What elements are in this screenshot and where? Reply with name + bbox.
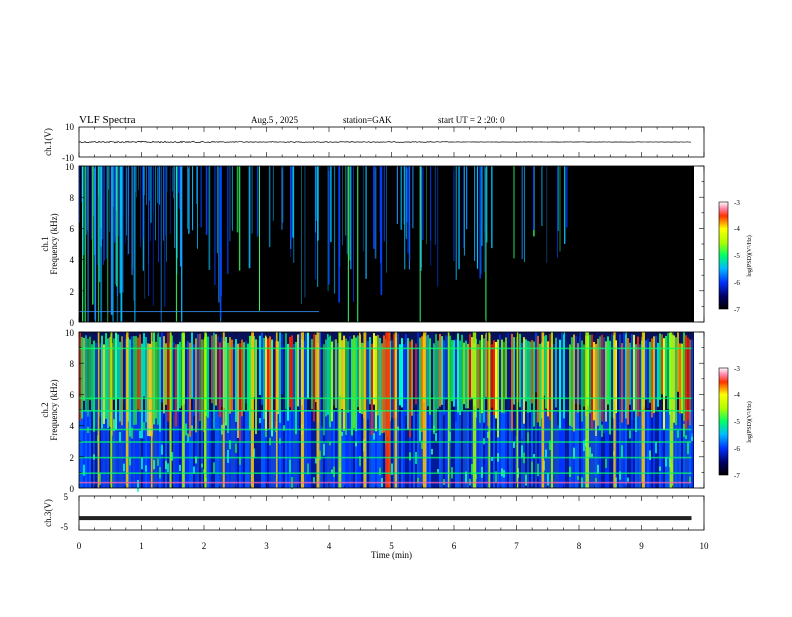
ch2-colorbar-scale: [718, 367, 729, 476]
date-label: Aug.5 , 2025: [251, 115, 298, 125]
ch2-colorbar: -3 -4 -5 -6 -7 log(PSD)(V²/Hz): [718, 365, 753, 480]
time-tick-1: 1: [139, 541, 144, 551]
ch2-colorbar-tick-m6: -6: [734, 445, 740, 453]
ch3-waveform-trace: [79, 516, 692, 521]
figure-title: VLF Spectra: [79, 114, 136, 126]
ch2-freq-tick-2: 2: [70, 453, 75, 463]
ch2-freq-tick-4: 4: [70, 421, 75, 431]
ch1-colorbar-scale: [718, 201, 729, 310]
ch2-spectrogram-ylabel-frequency: Frequency (kHz): [49, 379, 59, 440]
ch2-freq-tick-0: 0: [70, 484, 75, 494]
ch1-freq-tick-2: 2: [70, 287, 75, 297]
ch1-colorbar-tick-m3: -3: [734, 199, 740, 207]
ch1-spectrogram-ylabel-frequency: Frequency (kHz): [49, 213, 59, 274]
start-ut-label: start UT = 2 :20: 0: [438, 115, 505, 125]
ch1-colorbar-tick-m5: -5: [734, 252, 740, 260]
time-tick-3: 3: [264, 541, 269, 551]
ch2-freq-tick-8: 8: [70, 359, 75, 369]
ch1-colorbar-tick-m6: -6: [734, 279, 740, 287]
time-tick-0: 0: [77, 541, 82, 551]
ch3-waveform-frame: [78, 495, 705, 531]
ch1-freq-tick-0: 0: [70, 318, 75, 328]
vlf-spectra-figure: VLF Spectra Aug.5 , 2025 station=GAK sta…: [0, 0, 792, 612]
time-tick-2: 2: [202, 541, 207, 551]
ch2-colorbar-tick-m4: -4: [734, 391, 740, 399]
ch1-freq-tick-10: 10: [65, 162, 75, 172]
station-label: station=GAK: [343, 115, 392, 125]
ch1-colorbar-tick-m4: -4: [734, 225, 740, 233]
ch1-ytick-top: 10: [65, 122, 75, 132]
ch2-freq-tick-6: 6: [70, 390, 75, 400]
ch2-colorbar-tick-m3: -3: [734, 365, 740, 373]
ch1-colorbar-tick-m7: -7: [734, 306, 740, 314]
time-axis: 0 1 2 3 4 5 6 7 8 9 10 Time (min): [77, 541, 709, 560]
ch1-waveform-panel: 10 -10 ch.1(V): [43, 122, 705, 163]
time-tick-10: 10: [700, 541, 710, 551]
ch1-colorbar: -3 -4 -5 -6 -7 log(PSD)(V²/Hz): [718, 199, 753, 314]
time-axis-label: Time (min): [371, 550, 412, 560]
ch2-spectrogram-image: [79, 332, 693, 492]
time-tick-6: 6: [452, 541, 457, 551]
ch1-freq-tick-8: 8: [70, 193, 75, 203]
time-tick-8: 8: [577, 541, 582, 551]
ch3-ytick-bottom: -5: [61, 522, 69, 532]
ch1-waveform-ylabel: ch.1(V): [43, 128, 53, 156]
ch2-spectrogram-panel: 10 8 6 4 2 0 ch.2 Frequency (kHz) -3 -4 …: [40, 328, 753, 494]
ch3-waveform-ylabel: ch.3(V): [43, 499, 53, 527]
time-tick-4: 4: [327, 541, 332, 551]
ch1-spectrogram-panel: 10 8 6 4 2 0 ch.1 Frequency (kHz) -3 -4 …: [40, 162, 753, 328]
ch2-colorbar-tick-m7: -7: [734, 472, 740, 480]
ch3-ytick-top: 5: [64, 492, 69, 502]
ch1-freq-tick-6: 6: [70, 224, 75, 234]
ch2-freq-tick-10: 10: [65, 328, 75, 338]
time-tick-7: 7: [514, 541, 519, 551]
ch1-freq-tick-4: 4: [70, 255, 75, 265]
ch3-waveform-panel: 5 -5 ch.3(V): [43, 492, 705, 532]
time-tick-9: 9: [639, 541, 644, 551]
figure-header: VLF Spectra Aug.5 , 2025 station=GAK sta…: [79, 114, 505, 126]
ch1-colorbar-label: log(PSD)(V²/Hz): [746, 235, 753, 276]
ch2-colorbar-tick-m5: -5: [734, 418, 740, 426]
ch2-colorbar-label: log(PSD)(V²/Hz): [746, 401, 753, 442]
figure-canvas: VLF Spectra Aug.5 , 2025 station=GAK sta…: [40, 114, 753, 560]
